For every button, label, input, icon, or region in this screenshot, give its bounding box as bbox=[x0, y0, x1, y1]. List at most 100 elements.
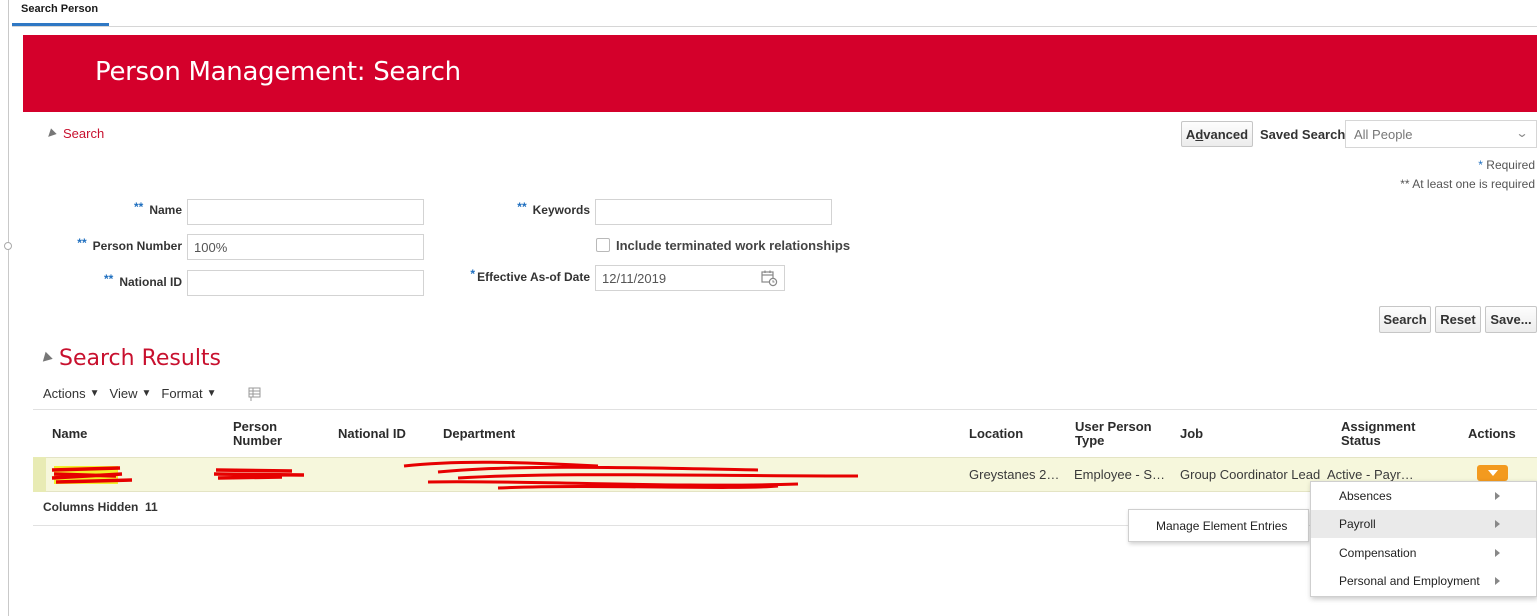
required-stars: ** bbox=[103, 272, 114, 286]
columns-hidden-count: 11 bbox=[145, 500, 158, 514]
menu-item-absences[interactable]: Absences bbox=[1311, 482, 1536, 510]
required-note: * Required bbox=[1478, 158, 1535, 172]
results-toolbar: Actions ▼ View ▼ Format ▼ bbox=[43, 386, 226, 401]
column-header-department[interactable]: Department bbox=[443, 427, 515, 441]
saved-search-select[interactable]: All People bbox=[1345, 120, 1537, 148]
table-header-divider bbox=[33, 409, 1537, 410]
column-header-line: Number bbox=[233, 433, 283, 448]
column-header-line: User Person bbox=[1075, 419, 1152, 434]
advanced-search-button[interactable]: Ad vanced bbox=[1181, 121, 1253, 147]
chevron-down-icon[interactable]: ⌄ bbox=[1512, 124, 1533, 142]
name-input[interactable] bbox=[187, 199, 424, 225]
column-header-line: Assignment bbox=[1341, 419, 1416, 434]
search-results-title: Search Results bbox=[59, 346, 222, 371]
page-title: Person Management: Search bbox=[95, 57, 461, 87]
keywords-input[interactable] bbox=[595, 199, 832, 225]
frame-divider bbox=[8, 0, 9, 616]
cell-location: Greystanes 2… bbox=[969, 467, 1060, 482]
cell-job: Group Coordinator Lead bbox=[1180, 467, 1321, 482]
required-note-text: Required bbox=[1486, 158, 1535, 172]
at-least-one-note: ** At least one is required bbox=[1400, 177, 1535, 191]
saved-search-value: All People bbox=[1354, 126, 1413, 142]
column-header-assignment-status[interactable]: Assignment Status bbox=[1341, 420, 1415, 448]
national-id-input[interactable] bbox=[187, 270, 424, 296]
column-header-line: Person bbox=[233, 419, 278, 434]
national-id-field-label: ** National ID bbox=[60, 272, 182, 289]
effective-date-input[interactable]: 12/11/2019 bbox=[595, 265, 785, 291]
include-terminated-label[interactable]: Include terminated work relationships bbox=[616, 238, 850, 253]
save-search-button[interactable]: Save... bbox=[1485, 306, 1537, 333]
keywords-label-text: Keywords bbox=[532, 203, 590, 217]
menu-item-manage-element-entries[interactable]: Manage Element Entries bbox=[1156, 519, 1287, 533]
effective-date-label-text: Effective As-of Date bbox=[477, 270, 590, 284]
caret-down-icon bbox=[1487, 470, 1498, 476]
search-results-toggle[interactable]: Search Results bbox=[39, 346, 222, 371]
menu-item-personal-and-employment[interactable]: Personal and Employment bbox=[1311, 567, 1536, 595]
required-star: * bbox=[1478, 158, 1483, 172]
required-stars: ** bbox=[517, 200, 527, 214]
menu-item-label: Personal and Employment bbox=[1339, 574, 1480, 588]
tab-strip-divider bbox=[12, 26, 1537, 27]
submenu-arrow-icon bbox=[1495, 549, 1500, 557]
calendar-icon[interactable] bbox=[760, 269, 778, 287]
collapse-triangle-icon bbox=[39, 351, 53, 366]
collapse-triangle-icon bbox=[45, 127, 57, 140]
splitter-handle[interactable] bbox=[4, 242, 12, 250]
column-header-name[interactable]: Name bbox=[52, 427, 87, 441]
search-section-toggle[interactable]: Search bbox=[45, 126, 105, 141]
search-section-label: Search bbox=[63, 126, 105, 141]
payroll-submenu: Manage Element Entries bbox=[1128, 509, 1309, 542]
caret-down-icon: ▼ bbox=[89, 388, 100, 399]
row-selection-bar bbox=[33, 457, 46, 492]
saved-search-label: Saved Search bbox=[1260, 127, 1346, 142]
person-number-label-text: Person Number bbox=[92, 239, 182, 253]
column-header-national-id[interactable]: National ID bbox=[338, 427, 406, 441]
menu-item-payroll[interactable]: Payroll bbox=[1311, 510, 1536, 538]
column-header-line: Type bbox=[1075, 433, 1105, 448]
name-label-text: Name bbox=[149, 203, 182, 217]
menu-item-compensation[interactable]: Compensation bbox=[1311, 539, 1536, 567]
column-header-person-number[interactable]: Person Number bbox=[233, 420, 282, 448]
actions-menu-button[interactable]: Actions ▼ bbox=[43, 386, 100, 401]
advanced-access-key: d bbox=[1195, 126, 1204, 142]
submenu-arrow-icon bbox=[1495, 492, 1500, 500]
column-header-line: Status bbox=[1341, 433, 1381, 448]
menu-item-label: Absences bbox=[1339, 489, 1392, 503]
required-stars: ** bbox=[77, 236, 87, 250]
cell-user-person-type: Employee - S… bbox=[1074, 467, 1166, 482]
column-header-actions: Actions bbox=[1468, 426, 1516, 441]
national-id-label-text: National ID bbox=[119, 275, 182, 289]
keywords-field-label: ** Keywords bbox=[460, 200, 590, 217]
column-header-location[interactable]: Location bbox=[969, 427, 1023, 441]
view-menu-label: View bbox=[109, 386, 138, 401]
name-field-label: ** Name bbox=[60, 200, 182, 217]
menu-item-label: Payroll bbox=[1339, 517, 1376, 531]
submenu-arrow-icon bbox=[1495, 520, 1500, 528]
caret-down-icon: ▼ bbox=[206, 388, 217, 399]
search-button[interactable]: Search bbox=[1379, 306, 1431, 333]
view-menu-button[interactable]: View ▼ bbox=[110, 386, 152, 401]
effective-date-field-label: * Effective As-of Date bbox=[440, 267, 590, 284]
caret-down-icon: ▼ bbox=[141, 388, 152, 399]
columns-hidden-indicator: Columns Hidden 11 bbox=[43, 500, 158, 514]
cell-assignment-status: Active - Payr… bbox=[1327, 467, 1414, 482]
include-terminated-checkbox[interactable] bbox=[596, 238, 610, 252]
format-menu-label: Format bbox=[161, 386, 203, 401]
row-actions-menu: Absences Payroll Compensation Personal a… bbox=[1310, 481, 1537, 597]
reset-button[interactable]: Reset bbox=[1435, 306, 1481, 333]
columns-hidden-label: Columns Hidden bbox=[43, 500, 139, 514]
person-number-input[interactable]: 100% bbox=[187, 234, 424, 260]
format-menu-button[interactable]: Format ▼ bbox=[161, 386, 216, 401]
column-header-user-person-type[interactable]: User Person Type bbox=[1075, 420, 1152, 448]
column-header-job[interactable]: Job bbox=[1180, 427, 1203, 441]
required-stars: ** bbox=[133, 200, 144, 214]
actions-menu-label: Actions bbox=[43, 386, 86, 401]
menu-item-label: Compensation bbox=[1339, 546, 1417, 560]
freeze-column-icon[interactable] bbox=[246, 386, 262, 402]
required-star: * bbox=[470, 267, 476, 281]
advanced-label-suffix: vanced bbox=[1203, 126, 1249, 142]
advanced-label-prefix: A bbox=[1185, 126, 1196, 142]
row-actions-button[interactable] bbox=[1477, 465, 1508, 481]
person-number-field-label: ** Person Number bbox=[40, 236, 182, 253]
submenu-arrow-icon bbox=[1495, 577, 1500, 585]
